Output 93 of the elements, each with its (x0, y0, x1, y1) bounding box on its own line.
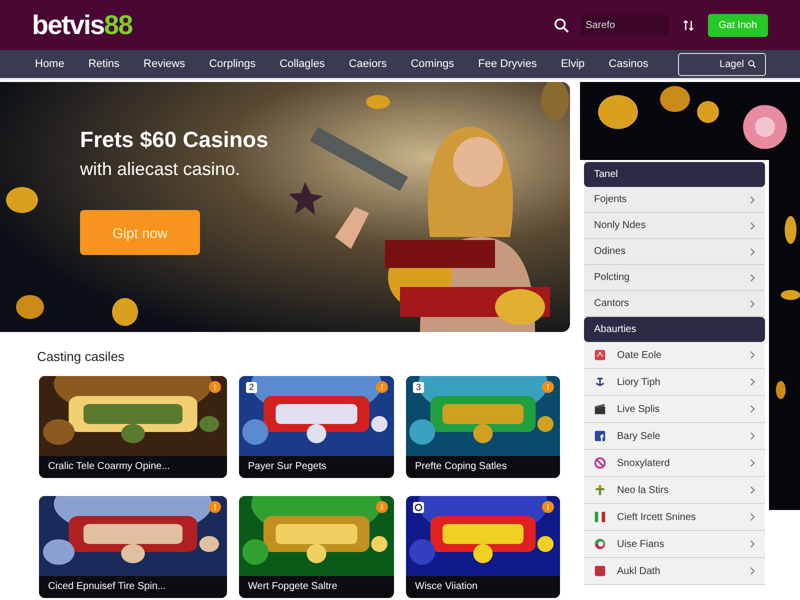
ring-icon (413, 502, 424, 513)
menu-item[interactable]: Oate Eole (584, 342, 765, 369)
chevron-icon (750, 405, 755, 413)
section-header: Abaurties (584, 317, 765, 342)
section-header: Tanel (584, 162, 765, 187)
search-icon (748, 60, 756, 68)
menu-label: Uise Fians (617, 538, 666, 550)
prohibited-icon (594, 457, 606, 469)
game-card[interactable]: Prefte Coping Satles 3 (406, 376, 560, 478)
game-title: Cralic Tele Coarmy Opine... (39, 456, 227, 478)
chevron-icon (750, 248, 755, 256)
game-title: Wert Fopgete Saltre (239, 576, 394, 598)
coin-icon (542, 381, 554, 393)
search-icon[interactable] (554, 18, 569, 32)
coin-icon (542, 501, 554, 513)
game-card[interactable]: Cralic Tele Coarmy Opine... (39, 376, 227, 478)
menu-item[interactable]: Polcting (584, 265, 765, 291)
chevron-icon (750, 351, 755, 359)
square-icon (594, 565, 606, 577)
nav-link[interactable]: Comings (410, 58, 454, 70)
menu-item[interactable]: Uise Fians (584, 531, 765, 558)
menu-item[interactable]: Bary Sele (584, 423, 765, 450)
menu-label: Aukl Dath (617, 566, 662, 576)
menu-label: Cieft Ircett Snines (617, 512, 697, 522)
menu-label: Odines (594, 246, 627, 257)
game-card[interactable]: Wert Fopgete Saltre (239, 496, 394, 598)
chevron-icon (750, 540, 755, 548)
menu-item[interactable]: Neo la Stirs (584, 477, 765, 504)
nav-link[interactable]: Casinos (608, 58, 648, 70)
search-field[interactable]: Sarefo (580, 15, 669, 35)
nav-link[interactable]: Collagles (280, 58, 325, 70)
arrows-icon[interactable] (682, 20, 694, 30)
chevron-icon (750, 222, 755, 230)
figure-icon (594, 484, 606, 496)
nav-link[interactable]: Elvip (560, 58, 585, 70)
game-title: Prefte Coping Satles (406, 456, 560, 478)
menu-label: Liory Tiph (617, 376, 662, 388)
menu-item[interactable]: Aukl Dath (584, 558, 765, 585)
menu-label: Oate Eole (617, 350, 662, 360)
menu-label: Cantors (594, 298, 630, 309)
coin-icon (209, 381, 221, 393)
chevron-icon (750, 196, 755, 204)
menu-label: Bary Sele (617, 430, 662, 442)
coin-icon (209, 501, 221, 513)
hero-subtitle: with aliecast casino. (80, 159, 242, 180)
chevron-icon (750, 378, 755, 386)
nav-link[interactable]: Reviews (144, 58, 186, 70)
menu-item[interactable]: Cieft Ircett Snines (584, 504, 765, 531)
hero-title: Frets $60 Casinos (80, 127, 270, 153)
site-logo[interactable]: betvis88 (32, 10, 132, 40)
game-title: Payer Sur Pegets (239, 456, 394, 478)
menu-label: Snoxylaterd (617, 458, 671, 468)
chevron-icon (750, 432, 755, 440)
menu-label: Neo la Stirs (617, 484, 670, 496)
number-badge: 3 (413, 382, 424, 393)
section-title: Casting casiles (37, 349, 126, 364)
nav-link[interactable]: Caeiors (348, 58, 387, 70)
number-badge: 2 (246, 382, 257, 393)
chevron-icon (750, 274, 755, 282)
nav-link[interactable]: Home (35, 58, 64, 70)
menu-item[interactable]: Nonly Ndes (584, 213, 765, 239)
menu-label: Polcting (594, 272, 631, 283)
game-title: Ciced Epnuisef Tire Spin... (39, 576, 227, 598)
coin-icon (376, 501, 388, 513)
game-card[interactable]: Ciced Epnuisef Tire Spin... (39, 496, 227, 598)
game-card[interactable]: Wisce Viiation (406, 496, 560, 598)
chevron-icon (750, 567, 755, 575)
menu-item[interactable]: Fojents (584, 187, 765, 213)
square-icon (594, 430, 606, 442)
nav-link[interactable]: Fee Dryvies (478, 58, 537, 70)
menu-item[interactable]: Liory Tiph (584, 369, 765, 396)
chevron-icon (750, 486, 755, 494)
nav-link[interactable]: Retins (88, 58, 120, 70)
menu-label: Live Splis (617, 404, 661, 414)
menu-label: Nonly Ndes (594, 220, 647, 231)
menu-label: Fojents (594, 194, 628, 205)
menu-item[interactable]: Odines (584, 239, 765, 265)
flag-icon (594, 511, 606, 523)
circle-icon (594, 538, 606, 550)
clapper-icon (594, 403, 606, 415)
nav-link[interactable]: Corplings (209, 58, 256, 70)
menu-item[interactable]: Snoxylaterd (584, 450, 765, 477)
login-button[interactable]: Lagel (678, 52, 766, 76)
menu-item[interactable]: Live Splis (584, 396, 765, 423)
chevron-icon (750, 513, 755, 521)
coin-icon (376, 381, 388, 393)
chevron-icon (750, 459, 755, 467)
game-card[interactable]: Payer Sur Pegets 2 (239, 376, 394, 478)
anchor-icon (594, 376, 606, 388)
menu-item[interactable]: Cantors (584, 291, 765, 317)
game-title: Wisce Viiation (406, 576, 560, 598)
chevron-icon (750, 300, 755, 308)
square-icon (594, 349, 606, 361)
